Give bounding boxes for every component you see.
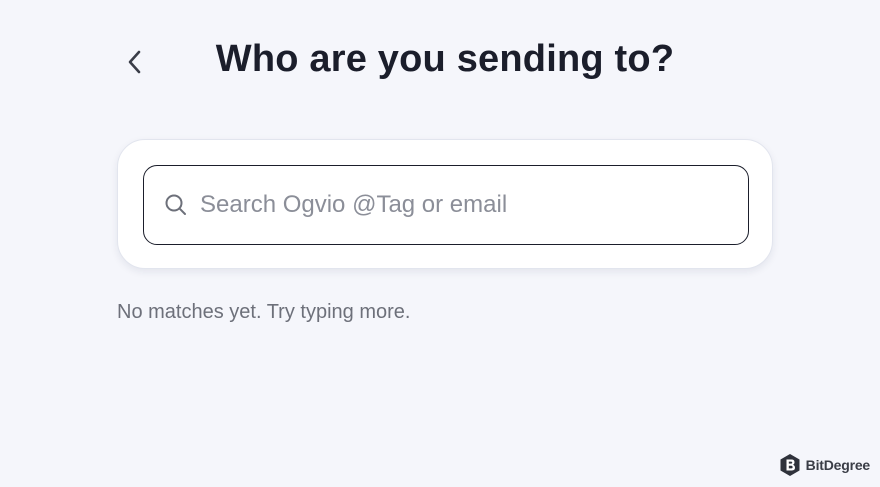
watermark: BitDegree — [779, 453, 870, 477]
empty-results-message: No matches yet. Try typing more. — [117, 301, 411, 323]
search-field[interactable] — [143, 165, 749, 245]
watermark-text: BitDegree — [805, 457, 871, 473]
page-title: Who are you sending to? — [215, 38, 675, 80]
bitdegree-logo — [780, 454, 800, 476]
search-icon — [164, 193, 188, 217]
search-input[interactable] — [200, 191, 720, 219]
search-card — [117, 139, 773, 269]
